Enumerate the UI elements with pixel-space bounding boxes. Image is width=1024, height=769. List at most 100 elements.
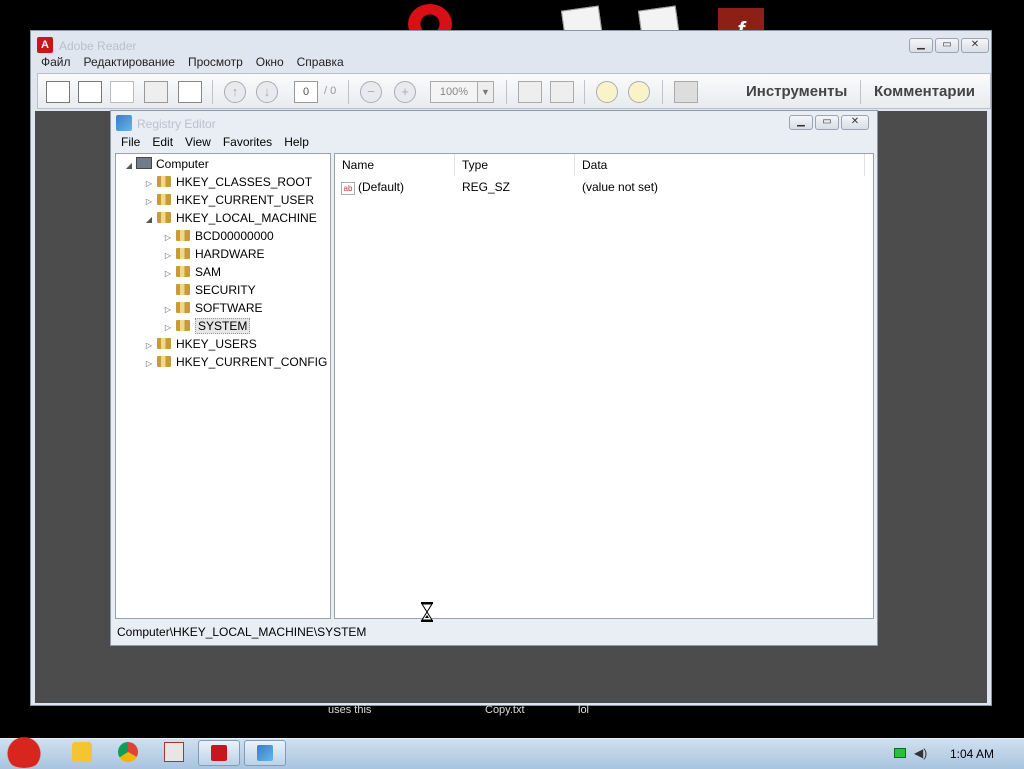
desktop-icon-label[interactable]: Copy.txt [485,704,525,716]
zoom-out-icon[interactable]: − [360,81,382,103]
explorer-taskbar-icon[interactable] [72,742,92,762]
selected-key-label: SYSTEM [195,318,251,334]
menu-view[interactable]: View [185,135,211,149]
tree-node-bcd[interactable]: ▷ BCD00000000 [163,227,274,245]
tools-pane-button[interactable]: Инструменты [746,83,847,100]
fit-width-icon[interactable] [550,81,574,103]
reader-toolbar: ↑ ↓ 0 / 0 − + 100% ▼ Инструменты Коммент… [37,73,991,109]
menu-help[interactable]: Справка [297,55,344,69]
registry-tree-pane[interactable]: ◢ Computer ▷ HKEY_CLASSES_ROOT ▷ HKEY_CURRE… [115,153,331,619]
tree-node-hkcu[interactable]: ▷ HKEY_CURRENT_USER [144,191,314,209]
adobe-reader-icon: A [37,37,53,53]
comments-pane-button[interactable]: Комментарии [874,83,975,100]
registry-values-pane[interactable]: Name Type Data ab (Default) REG_SZ (value… [334,153,874,619]
previous-page-icon[interactable]: ↑ [224,81,246,103]
reader-title-bar[interactable]: A Adobe Reader ▁ ▭ ✕ [37,34,989,54]
next-page-icon[interactable]: ↓ [256,81,278,103]
speaker-icon[interactable]: ◀) [914,746,928,760]
tree-node-sam[interactable]: ▷ SAM [163,263,221,281]
reader-menu-bar: Файл Редактирование Просмотр Окно Справк… [41,55,344,69]
minimize-button[interactable]: ▁ [909,38,933,53]
folder-icon [176,248,190,259]
column-header-name[interactable]: Name [335,154,455,176]
open-file-icon[interactable] [78,81,102,103]
fullscreen-icon[interactable] [674,81,698,103]
highlight-icon[interactable] [628,81,650,103]
chrome-taskbar-icon[interactable] [118,742,138,762]
adobe-reader-taskbar-button[interactable] [198,740,240,766]
string-value-icon: ab [341,182,355,195]
app-taskbar-icon[interactable] [164,742,184,762]
table-row[interactable]: ab (Default) REG_SZ (value not set) [335,178,865,196]
tree-node-security[interactable]: SECURITY [163,281,256,299]
tree-node-hku[interactable]: ▷ HKEY_USERS [144,335,257,353]
regedit-title-bar[interactable]: Registry Editor ▁ ▭ ✕ [111,111,877,133]
comment-icon[interactable] [596,81,618,103]
menu-view[interactable]: Просмотр [188,55,243,69]
menu-edit[interactable]: Edit [152,135,173,149]
menu-file[interactable]: File [121,135,140,149]
menu-edit[interactable]: Редактирование [84,55,175,69]
taskbar [0,738,1024,769]
folder-icon [176,230,190,241]
folder-icon [157,338,171,349]
folder-icon [176,284,190,295]
folder-icon [176,302,190,313]
folder-icon [157,212,171,223]
close-button[interactable]: ✕ [841,115,869,130]
tree-node-software[interactable]: ▷ SOFTWARE [163,299,263,317]
start-button-icon[interactable] [2,732,46,768]
collapse-arrow-icon[interactable]: ◢ [144,211,154,229]
close-button[interactable]: ✕ [961,38,989,53]
adobe-reader-icon [211,745,227,761]
menu-window[interactable]: Окно [256,55,284,69]
menu-help[interactable]: Help [284,135,309,149]
battery-icon[interactable] [894,748,906,758]
print-icon[interactable] [144,81,168,103]
tree-node-system[interactable]: ▷ SYSTEM [163,317,251,335]
maximize-button[interactable]: ▭ [815,115,839,130]
computer-icon [136,157,152,169]
expand-arrow-icon[interactable]: ▷ [144,355,154,373]
tree-node-hkcc[interactable]: ▷ HKEY_CURRENT_CONFIG [144,353,327,371]
create-pdf-icon[interactable] [46,81,70,103]
email-icon[interactable] [178,81,202,103]
taskbar-clock[interactable]: 1:04 AM [950,747,994,761]
menu-favorites[interactable]: Favorites [223,135,272,149]
column-header-data[interactable]: Data [575,154,865,176]
registry-editor-window: Registry Editor ▁ ▭ ✕ File Edit View Fav… [110,110,878,646]
tree-node-hklm[interactable]: ◢ HKEY_LOCAL_MACHINE [144,209,317,227]
tree-node-hkcr[interactable]: ▷ HKEY_CLASSES_ROOT [144,173,312,191]
minimize-button[interactable]: ▁ [789,115,813,130]
fit-page-icon[interactable] [518,81,542,103]
page-total: / 0 [324,85,337,97]
registry-editor-icon [257,745,273,761]
registry-editor-icon [116,115,132,131]
folder-icon [176,320,190,331]
desktop-icon-label[interactable]: lol [578,704,589,716]
folder-icon [157,356,171,367]
regedit-menu-bar: File Edit View Favorites Help [121,135,309,149]
zoom-in-icon[interactable]: + [394,81,416,103]
desktop-icon-label[interactable]: uses this [328,704,371,716]
folder-icon [176,266,190,277]
status-bar-path: Computer\HKEY_LOCAL_MACHINE\SYSTEM [117,625,367,639]
save-icon[interactable] [110,81,134,103]
value-data: (value not set) [582,180,659,194]
menu-file[interactable]: Файл [41,55,71,69]
regedit-window-title: Registry Editor [137,117,216,131]
folder-icon [157,176,171,187]
folder-icon [157,194,171,205]
zoom-level-field[interactable]: 100% [430,81,478,103]
value-type: REG_SZ [462,180,511,194]
regedit-taskbar-button[interactable] [244,740,286,766]
column-header-type[interactable]: Type [455,154,575,176]
hourglass-cursor-icon [421,602,433,622]
collapse-arrow-icon[interactable]: ◢ [124,157,134,175]
zoom-dropdown-chevron-icon[interactable]: ▼ [478,81,494,103]
reader-window-title: Adobe Reader [59,39,137,53]
tree-node-computer[interactable]: ◢ Computer [124,155,209,173]
tree-node-hardware[interactable]: ▷ HARDWARE [163,245,265,263]
maximize-button[interactable]: ▭ [935,38,959,53]
page-number-input[interactable]: 0 [294,81,318,103]
